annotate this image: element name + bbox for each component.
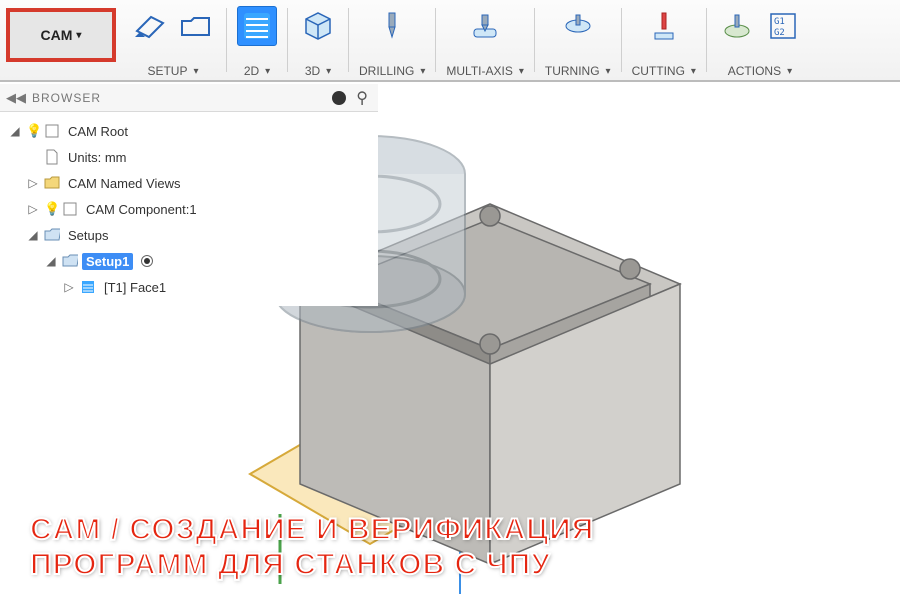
tree-component-label: CAM Component:1 — [82, 201, 201, 218]
toolbar-separator — [534, 8, 535, 72]
toolbar-separator — [435, 8, 436, 72]
toolbar-separator — [348, 8, 349, 72]
toolbar-label-turning[interactable]: TURNING▾ — [545, 64, 611, 78]
toolbar-group-3d: 3D▾ — [292, 4, 344, 78]
tree-units-label: Units: mm — [64, 149, 131, 166]
toolbar-group-drilling: DRILLING▾ — [353, 4, 431, 78]
browser-panel: ◀◀ BROWSER ⚲ ◢ 💡 CAM Root Units: mm ▷ — [0, 84, 378, 306]
caption-line-1: CAM / СОЗДАНИЕ И ВЕРИФИКАЦИЯ — [30, 513, 594, 548]
tree-named-views-label: CAM Named Views — [64, 175, 184, 192]
tree-operation-face1[interactable]: ▷ [T1] Face1 — [4, 274, 374, 300]
tree-setup1[interactable]: ◢ Setup1 — [4, 248, 374, 274]
browser-header: ◀◀ BROWSER ⚲ — [0, 84, 378, 112]
actions-simulate-icon[interactable] — [717, 6, 757, 46]
caption-line-2: ПРОГРАММ ДЛЯ СТАНКОВ С ЧПУ — [30, 548, 594, 583]
ribbon-toolbar: CAM ▾ SETUP▾ 2D▾ 3D▾ — [0, 0, 900, 82]
toolbar-label-drilling[interactable]: DRILLING▾ — [359, 64, 425, 78]
browser-title: BROWSER — [32, 91, 101, 105]
tree-named-views[interactable]: ▷ CAM Named Views — [4, 170, 374, 196]
tree-op-label: [T1] Face1 — [100, 279, 170, 296]
folder-icon — [44, 175, 60, 191]
chevron-right-icon[interactable]: ▷ — [26, 176, 40, 190]
chevron-down-icon[interactable]: ◢ — [8, 124, 22, 138]
svg-text:G2: G2 — [774, 28, 785, 38]
tree-setups-label: Setups — [64, 227, 112, 244]
folder-open-icon — [62, 253, 78, 269]
turning-icon[interactable] — [558, 6, 598, 46]
browser-tree: ◢ 💡 CAM Root Units: mm ▷ CAM Named Views… — [0, 112, 378, 306]
toolbar-separator — [621, 8, 622, 72]
drilling-icon[interactable] — [372, 6, 412, 46]
toolbar-group-cutting: CUTTING▾ — [626, 4, 702, 78]
collapse-left-icon[interactable]: ◀◀ — [6, 90, 26, 106]
component-icon — [62, 201, 78, 217]
workspace-label: CAM — [41, 27, 73, 43]
active-setup-icon[interactable] — [141, 255, 153, 267]
browser-options-icon[interactable] — [332, 91, 346, 105]
setup-folder-icon[interactable] — [176, 6, 216, 46]
svg-text:G1: G1 — [774, 17, 785, 27]
tree-root-label: CAM Root — [64, 123, 132, 140]
toolbar-label-cutting[interactable]: CUTTING▾ — [632, 64, 696, 78]
cutting-icon[interactable] — [644, 6, 684, 46]
lightbulb-icon[interactable]: 💡 — [26, 123, 40, 139]
folder-open-icon — [44, 227, 60, 243]
toolbar-separator — [226, 8, 227, 72]
caret-down-icon: ▾ — [76, 30, 81, 41]
toolbar-group-turning: TURNING▾ — [539, 4, 617, 78]
component-icon — [44, 123, 60, 139]
tree-component[interactable]: ▷ 💡 CAM Component:1 — [4, 196, 374, 222]
toolbar-separator — [287, 8, 288, 72]
toolbar-label-actions[interactable]: ACTIONS▾ — [728, 64, 792, 78]
toolbar-group-actions: G1G2 ACTIONS▾ — [711, 4, 809, 78]
tree-setups[interactable]: ◢ Setups — [4, 222, 374, 248]
setup-new-icon[interactable] — [130, 6, 170, 46]
toolbar-label-3d[interactable]: 3D▾ — [305, 64, 331, 78]
2d-face-icon[interactable] — [237, 6, 277, 46]
lightbulb-icon[interactable]: 💡 — [44, 201, 58, 217]
toolbar-label-setup[interactable]: SETUP▾ — [147, 64, 198, 78]
toolbar-group-setup: SETUP▾ — [124, 4, 222, 78]
toolbar-group-multi-axis: MULTI-AXIS▾ — [440, 4, 529, 78]
chevron-right-icon[interactable]: ▷ — [62, 280, 76, 294]
document-icon — [44, 149, 60, 165]
chevron-down-icon[interactable]: ◢ — [44, 254, 58, 268]
pin-icon[interactable]: ⚲ — [356, 88, 368, 108]
tree-root[interactable]: ◢ 💡 CAM Root — [4, 118, 374, 144]
toolbar-separator — [706, 8, 707, 72]
toolbar-label-2d[interactable]: 2D▾ — [244, 64, 270, 78]
chevron-right-icon[interactable]: ▷ — [26, 202, 40, 216]
actions-gcode-icon[interactable]: G1G2 — [763, 6, 803, 46]
3d-icon[interactable] — [298, 6, 338, 46]
multi-axis-icon[interactable] — [465, 6, 505, 46]
chevron-down-icon[interactable]: ◢ — [26, 228, 40, 242]
workspace-switcher[interactable]: CAM ▾ — [6, 8, 116, 62]
caption-overlay: CAM / СОЗДАНИЕ И ВЕРИФИКАЦИЯ ПРОГРАММ ДЛ… — [30, 513, 594, 582]
toolbar-group-2d: 2D▾ — [231, 4, 283, 78]
tree-units[interactable]: Units: mm — [4, 144, 374, 170]
tree-setup1-label: Setup1 — [82, 253, 133, 270]
toolbar-label-multi-axis[interactable]: MULTI-AXIS▾ — [446, 64, 523, 78]
toolpath-face-icon — [80, 279, 96, 295]
